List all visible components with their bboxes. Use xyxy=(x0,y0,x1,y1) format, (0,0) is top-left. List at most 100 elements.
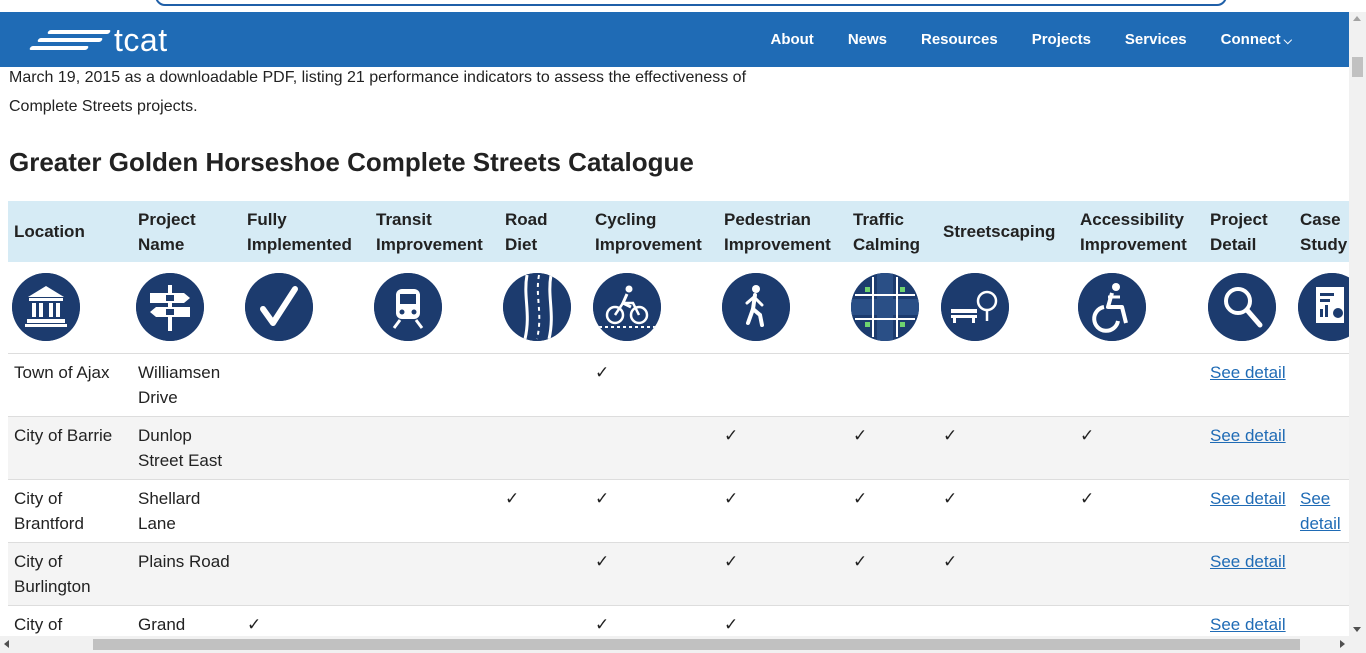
train-icon xyxy=(374,273,442,342)
scroll-up-icon[interactable] xyxy=(1353,16,1361,21)
column-header-project-name: Project Name xyxy=(132,201,241,262)
streetscaping-cell xyxy=(937,605,1074,636)
location-cell: City of Cambridge xyxy=(8,605,132,636)
road-lanes-icon xyxy=(503,273,571,342)
horizontal-scrollbar[interactable] xyxy=(0,636,1366,653)
logo-text: tcat xyxy=(114,21,168,58)
icon-cell-road-diet xyxy=(499,262,589,354)
vertical-scrollbar[interactable] xyxy=(1349,12,1366,636)
site-logo[interactable]: tcat xyxy=(28,18,188,62)
transit-improvement-cell xyxy=(370,416,499,480)
nav-services[interactable]: Services xyxy=(1108,31,1204,48)
case-study-cell xyxy=(1294,353,1349,417)
bicycle-icon xyxy=(593,273,661,342)
nav-connect[interactable]: Connect ⌵ xyxy=(1204,31,1309,48)
table-row: City of Burlington Plains Road ✓ ✓ ✓ ✓ See det… xyxy=(8,542,1349,606)
chevron-down-icon: ⌵ xyxy=(1283,35,1292,47)
column-header-label: Diet xyxy=(505,234,538,254)
transit-improvement-cell xyxy=(370,542,499,606)
document-chart-icon xyxy=(1298,273,1349,342)
see-detail-link[interactable]: See detail xyxy=(1210,489,1286,508)
project-detail-cell: See detail xyxy=(1204,416,1294,480)
fully-implemented-cell xyxy=(241,542,370,606)
see-detail-link[interactable]: See detail xyxy=(1210,426,1286,445)
column-header-label: Transit xyxy=(376,209,432,229)
column-header-road-diet: Road Diet xyxy=(499,201,589,262)
column-header-label: Project xyxy=(1210,209,1268,229)
column-header-label: Traffic xyxy=(853,209,905,229)
cycling-improvement-cell xyxy=(589,416,718,480)
column-header-label: Streetscaping xyxy=(943,222,1056,241)
column-header-traffic-calming: Traffic Calming xyxy=(847,201,937,262)
project-detail-cell: See detail xyxy=(1204,542,1294,606)
table-row: City of Brantford Shellard Lane ✓ ✓ ✓ ✓ ✓ ✓ See … xyxy=(8,479,1349,543)
site-header: tcat About News Resources Projects Servi… xyxy=(0,12,1349,67)
icon-cell-case-study xyxy=(1294,262,1349,354)
location-cell: Town of Ajax xyxy=(8,353,132,417)
traffic-calming-cell xyxy=(847,353,937,417)
transit-improvement-cell xyxy=(370,353,499,417)
nav-resources[interactable]: Resources xyxy=(904,31,1015,48)
icon-cell-traffic-calming xyxy=(847,262,937,354)
magnifier-icon xyxy=(1208,273,1276,342)
nav-projects[interactable]: Projects xyxy=(1015,31,1108,48)
column-header-label: Improvement xyxy=(1080,234,1187,254)
main-nav: About News Resources Projects Services C… xyxy=(753,12,1309,67)
nav-about[interactable]: About xyxy=(753,31,830,48)
pedestrian-improvement-check: ✓ xyxy=(718,479,847,543)
column-header-label: Improvement xyxy=(376,234,483,254)
column-header-label: Project xyxy=(138,209,196,229)
cycling-improvement-check: ✓ xyxy=(589,353,718,417)
project-name-cell: Williamsen Drive xyxy=(132,353,241,417)
table-header-row: Location Project Name Fully Implemented Trans… xyxy=(8,201,1349,262)
accessibility-improvement-cell xyxy=(1074,605,1204,636)
nav-connect-label: Connect xyxy=(1220,31,1281,48)
pedestrian-improvement-cell xyxy=(718,353,847,417)
scroll-right-icon[interactable] xyxy=(1340,640,1345,648)
catalogue-table-wrap: Location Project Name Fully Implemented Trans… xyxy=(8,201,1349,636)
scroll-left-icon[interactable] xyxy=(4,640,9,648)
road-diet-check: ✓ xyxy=(499,479,589,543)
project-name-cell: Dunlop Street East xyxy=(132,416,241,480)
road-diet-cell xyxy=(499,542,589,606)
column-header-label: Improvement xyxy=(724,234,831,254)
traffic-calming-check: ✓ xyxy=(847,416,937,480)
accessibility-improvement-check: ✓ xyxy=(1074,479,1204,543)
project-detail-cell: See detail xyxy=(1204,605,1294,636)
main-content: March 19, 2015 as a downloadable PDF, li… xyxy=(0,67,1349,636)
see-detail-link[interactable]: See detail xyxy=(1210,552,1286,571)
road-diet-cell xyxy=(499,605,589,636)
project-name-cell: Grand Avenue xyxy=(132,605,241,636)
table-icon-row xyxy=(8,262,1349,354)
case-study-link[interactable]: See detail xyxy=(1300,489,1341,533)
see-detail-link[interactable]: See detail xyxy=(1210,615,1286,634)
intro-paragraph: March 19, 2015 as a downloadable PDF, li… xyxy=(9,67,869,121)
streetscaping-check: ✓ xyxy=(937,542,1074,606)
see-detail-link[interactable]: See detail xyxy=(1210,363,1286,382)
intro-line-1: March 19, 2015 as a downloadable PDF, li… xyxy=(9,69,747,86)
case-study-cell xyxy=(1294,605,1349,636)
search-input[interactable] xyxy=(155,0,1227,6)
column-header-transit-improvement: Transit Improvement xyxy=(370,201,499,262)
fully-implemented-cell xyxy=(241,416,370,480)
column-header-label: Implemented xyxy=(247,234,352,254)
column-header-label: Case xyxy=(1300,209,1341,229)
intersection-icon xyxy=(851,273,919,342)
icon-cell-accessibility-improvement xyxy=(1074,262,1204,354)
location-cell: City of Brantford xyxy=(8,479,132,543)
column-header-label: Cycling xyxy=(595,209,657,229)
nav-news[interactable]: News xyxy=(831,31,904,48)
column-header-label: Study xyxy=(1300,234,1348,254)
checkmark-icon xyxy=(245,273,313,342)
icon-cell-transit-improvement xyxy=(370,262,499,354)
vertical-scroll-thumb[interactable] xyxy=(1352,57,1363,77)
project-name-cell: Plains Road xyxy=(132,542,241,606)
case-study-cell xyxy=(1294,542,1349,606)
column-header-accessibility-improvement: Accessibility Improvement xyxy=(1074,201,1204,262)
column-header-label: Name xyxy=(138,234,185,254)
horizontal-scroll-thumb[interactable] xyxy=(93,639,1300,650)
table-row: City of Barrie Dunlop Street East ✓ ✓ ✓ ✓ See … xyxy=(8,416,1349,480)
scroll-down-icon[interactable] xyxy=(1353,627,1361,632)
catalogue-table: Location Project Name Fully Implemented Trans… xyxy=(8,201,1349,636)
fully-implemented-check: ✓ xyxy=(241,605,370,636)
